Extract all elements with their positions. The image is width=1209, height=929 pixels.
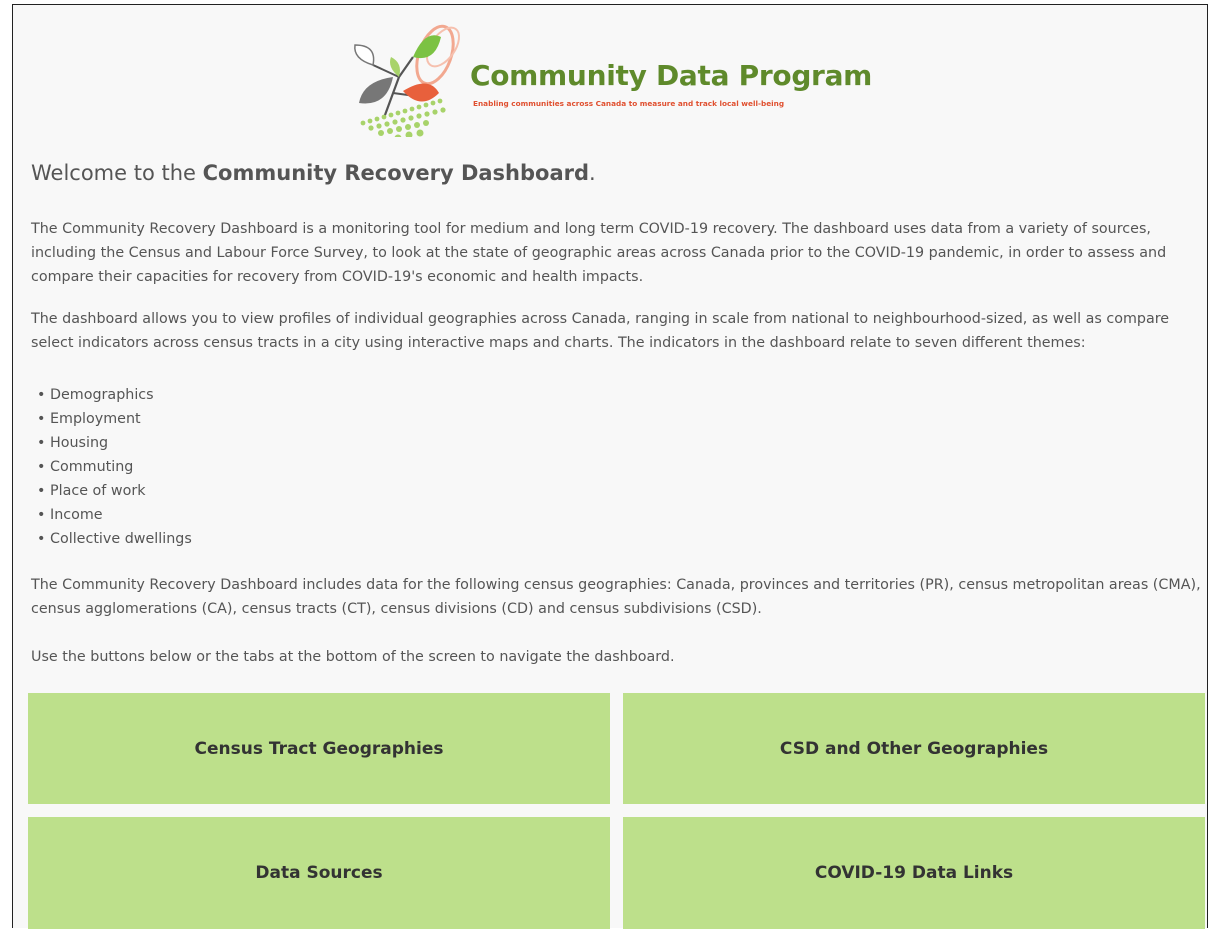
intro-paragraph: The Community Recovery Dashboard is a mo… bbox=[31, 221, 1167, 285]
logo-leaves-icon bbox=[354, 24, 460, 137]
list-item: • Commuting bbox=[37, 459, 134, 475]
covid-data-links-button[interactable]: COVID-19 Data Links bbox=[623, 817, 1205, 929]
census-tract-geographies-button[interactable]: Census Tract Geographies bbox=[28, 693, 610, 804]
navigate-paragraph: Use the buttons below or the tabs at the… bbox=[31, 649, 675, 665]
theme-label: Place of work bbox=[50, 483, 146, 499]
list-item: • Place of work bbox=[37, 483, 146, 499]
list-item: • Demographics bbox=[37, 387, 154, 403]
welcome-prefix: Welcome to the bbox=[31, 161, 203, 185]
theme-label: Collective dwellings bbox=[50, 531, 192, 547]
logo-title: Community Data Program bbox=[470, 59, 873, 92]
list-item: • Housing bbox=[37, 435, 109, 451]
cdp-logo: Community Data Program Enabling communit… bbox=[343, 17, 883, 137]
welcome-dashboard-name: Community Recovery Dashboard bbox=[202, 161, 590, 185]
theme-label: Income bbox=[50, 507, 103, 523]
geographies-paragraph: The Community Recovery Dashboard include… bbox=[31, 577, 1201, 617]
theme-label: Employment bbox=[50, 411, 141, 427]
welcome-suffix: . bbox=[589, 161, 596, 185]
theme-label: Commuting bbox=[50, 459, 134, 475]
list-item: • Income bbox=[37, 507, 103, 523]
csd-other-geographies-button[interactable]: CSD and Other Geographies bbox=[623, 693, 1205, 804]
profiles-paragraph: The dashboard allows you to view profile… bbox=[31, 311, 1170, 351]
themes-list: • Demographics • Employment • Housing • Comm… bbox=[31, 383, 1203, 551]
logo-tagline: Enabling communities across Canada to me… bbox=[473, 99, 785, 108]
welcome-heading: Welcome to the Community Recovery Dashbo… bbox=[31, 161, 596, 185]
theme-label: Housing bbox=[50, 435, 109, 451]
dashboard-frame: Community Data Program Enabling communit… bbox=[12, 4, 1208, 929]
theme-label: Demographics bbox=[50, 387, 154, 403]
list-item: • Collective dwellings bbox=[37, 531, 192, 547]
list-item: • Employment bbox=[37, 411, 141, 427]
data-sources-button[interactable]: Data Sources bbox=[28, 817, 610, 929]
